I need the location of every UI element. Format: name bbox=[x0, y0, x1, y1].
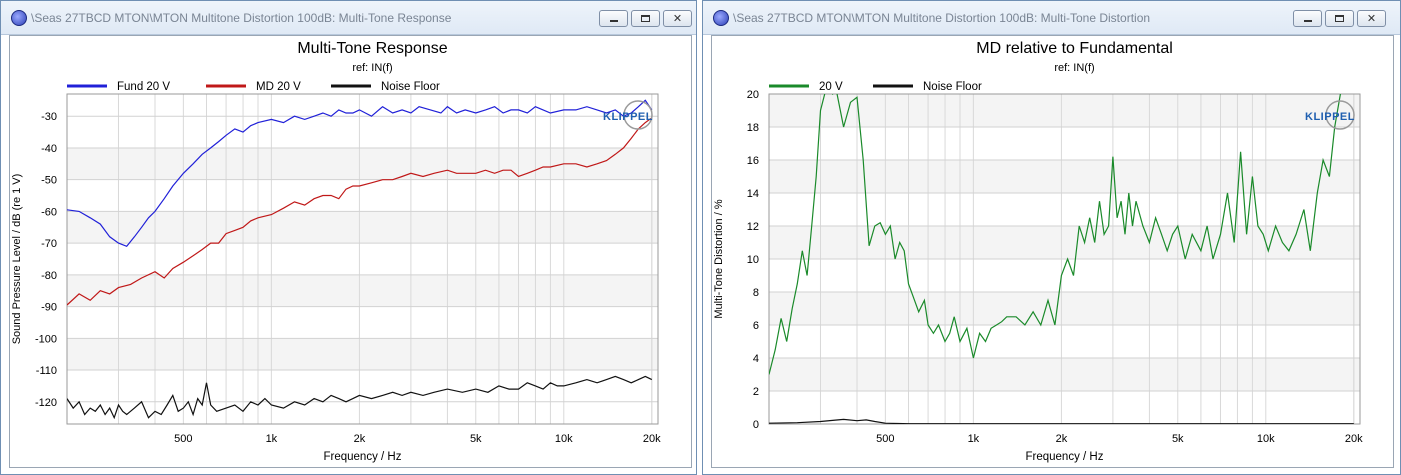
grid-band bbox=[67, 211, 658, 244]
y-tick-label: -110 bbox=[36, 365, 57, 377]
maximize-icon bbox=[632, 11, 659, 26]
legend-label: 20 V bbox=[819, 81, 843, 93]
y-tick-label: -40 bbox=[41, 143, 57, 155]
close-icon bbox=[1358, 11, 1385, 26]
x-tick-label: 500 bbox=[174, 433, 192, 445]
minimize-button[interactable] bbox=[599, 10, 628, 27]
y-tick-label: -80 bbox=[41, 270, 57, 282]
x-tick-label: 20k bbox=[1345, 433, 1363, 445]
y-tick-label: 4 bbox=[753, 353, 759, 365]
right-title-bar[interactable]: \Seas 27TBCD MTON\MTON Multitone Distort… bbox=[703, 1, 1400, 35]
y-tick-label: 16 bbox=[747, 155, 759, 167]
y-tick-label: -60 bbox=[41, 206, 57, 218]
plot-area bbox=[67, 94, 658, 424]
close-button[interactable] bbox=[1357, 10, 1386, 27]
close-icon bbox=[664, 11, 691, 26]
left-title-bar[interactable]: \Seas 27TBCD MTON\MTON Multitone Distort… bbox=[1, 1, 696, 35]
y-tick-label: 20 bbox=[747, 89, 759, 101]
maximize-button[interactable] bbox=[631, 10, 660, 27]
y-tick-label: -100 bbox=[35, 333, 57, 345]
y-axis-label: Sound Pressure Level / dB (re 1 V) bbox=[11, 174, 23, 345]
right-window: \Seas 27TBCD MTON\MTON Multitone Distort… bbox=[702, 0, 1401, 475]
x-tick-label: 2k bbox=[1056, 433, 1068, 445]
maximize-button[interactable] bbox=[1325, 10, 1354, 27]
y-tick-label: -70 bbox=[41, 238, 57, 250]
right-window-title: \Seas 27TBCD MTON\MTON Multitone Distort… bbox=[733, 11, 1151, 25]
y-tick-label: 2 bbox=[753, 386, 759, 398]
y-tick-label: 12 bbox=[747, 221, 759, 233]
x-tick-label: 1k bbox=[968, 433, 980, 445]
grid-band bbox=[769, 292, 1360, 325]
y-tick-label: 6 bbox=[753, 320, 759, 332]
minimize-icon bbox=[600, 11, 627, 26]
y-tick-label: -120 bbox=[35, 397, 57, 409]
x-tick-label: 10k bbox=[1257, 433, 1275, 445]
maximize-icon bbox=[1326, 11, 1353, 26]
x-tick-label: 500 bbox=[876, 433, 894, 445]
y-axis-label: Multi-Tone Distortion / % bbox=[713, 199, 725, 318]
grid-band bbox=[67, 274, 658, 307]
chart-subtitle: ref: IN(f) bbox=[1054, 62, 1094, 74]
x-axis-label: Frequency / Hz bbox=[324, 451, 402, 463]
y-tick-label: 10 bbox=[747, 254, 759, 266]
md-relative-chart: MD relative to Fundamental ref: IN(f) 20 V… bbox=[713, 40, 1363, 463]
logo-text: KLIPPEL bbox=[1305, 111, 1355, 123]
minimize-button[interactable] bbox=[1293, 10, 1322, 27]
x-tick-label: 5k bbox=[1172, 433, 1184, 445]
app-icon bbox=[11, 10, 27, 26]
grid-band bbox=[67, 338, 658, 371]
x-tick-label: 5k bbox=[470, 433, 482, 445]
legend-label: MD 20 V bbox=[256, 81, 301, 93]
left-window: \Seas 27TBCD MTON\MTON Multitone Distort… bbox=[0, 0, 697, 475]
y-tick-label: 8 bbox=[753, 287, 759, 299]
grid-band bbox=[769, 160, 1360, 193]
multitone-response-chart: Multi-Tone Response ref: IN(f) Fund 20 V MD… bbox=[11, 40, 661, 463]
y-tick-label: -50 bbox=[41, 175, 57, 187]
y-tick-label: -90 bbox=[41, 302, 57, 314]
legend-label: Fund 20 V bbox=[117, 81, 170, 93]
left-chart-panel: Multi-Tone Response ref: IN(f) Fund 20 V MD… bbox=[9, 35, 692, 468]
right-chart-panel: MD relative to Fundamental ref: IN(f) 20 V… bbox=[711, 35, 1394, 468]
grid-band bbox=[769, 358, 1360, 391]
chart-subtitle: ref: IN(f) bbox=[352, 62, 392, 74]
x-tick-label: 20k bbox=[643, 433, 661, 445]
app-icon bbox=[713, 10, 729, 26]
x-tick-label: 1k bbox=[266, 433, 278, 445]
logo-text: KLIPPEL bbox=[603, 111, 653, 123]
minimize-icon bbox=[1294, 11, 1321, 26]
left-window-title: \Seas 27TBCD MTON\MTON Multitone Distort… bbox=[31, 11, 452, 25]
close-button[interactable] bbox=[663, 10, 692, 27]
legend-label: Noise Floor bbox=[923, 81, 982, 93]
chart-title: MD relative to Fundamental bbox=[976, 40, 1173, 57]
chart-title: Multi-Tone Response bbox=[297, 40, 447, 57]
x-axis-label: Frequency / Hz bbox=[1026, 451, 1104, 463]
x-tick-label: 2k bbox=[354, 433, 366, 445]
y-tick-label: 18 bbox=[747, 122, 759, 134]
y-tick-label: 0 bbox=[753, 419, 759, 431]
y-tick-label: 14 bbox=[747, 188, 759, 200]
x-tick-label: 10k bbox=[555, 433, 573, 445]
y-tick-label: -30 bbox=[41, 111, 57, 123]
legend-label: Noise Floor bbox=[381, 81, 440, 93]
